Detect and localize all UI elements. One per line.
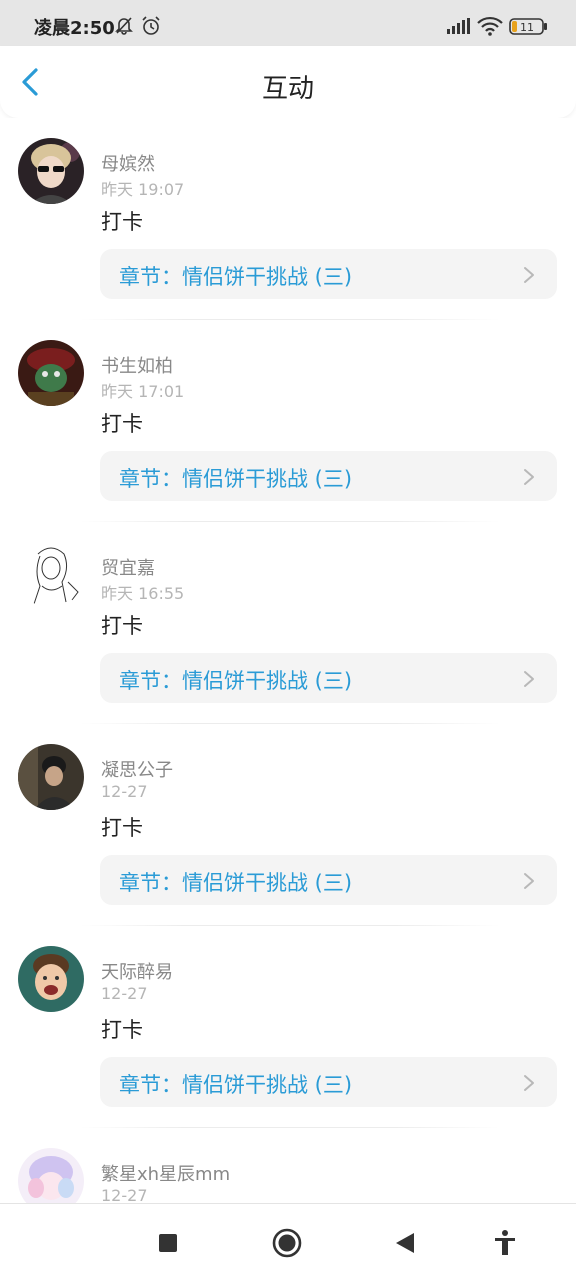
username: 母嫔然 bbox=[101, 154, 155, 175]
avatar[interactable] bbox=[18, 340, 84, 406]
list-item[interactable]: 母嫔然 昨天 19:07 打卡 章节：情侣饼干挑战 (三) bbox=[0, 118, 576, 320]
comment-text: 打卡 bbox=[101, 1018, 143, 1042]
back-nav-button[interactable] bbox=[388, 1226, 422, 1260]
username: 贸宜嘉 bbox=[101, 558, 155, 579]
home-circle-icon bbox=[272, 1228, 302, 1258]
accessibility-button[interactable] bbox=[488, 1226, 522, 1260]
chapter-label: 章节：情侣饼干挑战 (三) bbox=[119, 669, 353, 693]
avatar[interactable] bbox=[18, 946, 84, 1012]
timestamp: 昨天 17:01 bbox=[101, 382, 185, 401]
chapter-link[interactable]: 章节：情侣饼干挑战 (三) bbox=[100, 855, 557, 905]
chapter-label: 章节：情侣饼干挑战 (三) bbox=[119, 871, 353, 895]
timestamp: 12-27 bbox=[101, 984, 148, 1003]
comment-text: 打卡 bbox=[101, 412, 143, 436]
signal-icon bbox=[447, 18, 471, 38]
back-triangle-icon bbox=[396, 1233, 414, 1253]
accessibility-icon bbox=[495, 1230, 515, 1255]
list-item[interactable]: 贸宜嘉 昨天 16:55 打卡 章节：情侣饼干挑战 (三) bbox=[0, 522, 576, 724]
chapter-link[interactable]: 章节：情侣饼干挑战 (三) bbox=[100, 653, 557, 703]
comment-text: 打卡 bbox=[101, 210, 143, 234]
chapter-link[interactable]: 章节：情侣饼干挑战 (三) bbox=[100, 249, 557, 299]
timestamp: 12-27 bbox=[101, 782, 148, 801]
chapter-link[interactable]: 章节：情侣饼干挑战 (三) bbox=[100, 451, 557, 501]
wifi-icon bbox=[477, 16, 503, 40]
timestamp: 昨天 19:07 bbox=[101, 180, 185, 199]
recents-button[interactable] bbox=[151, 1226, 185, 1260]
username: 繁星xh星辰mm bbox=[101, 1164, 231, 1185]
interaction-list[interactable]: 母嫔然 昨天 19:07 打卡 章节：情侣饼干挑战 (三) 书生如柏 昨天 17… bbox=[0, 118, 576, 1203]
avatar[interactable] bbox=[18, 138, 84, 204]
alarm-icon bbox=[140, 15, 162, 41]
comment-text: 打卡 bbox=[101, 816, 143, 840]
chevron-right-icon bbox=[524, 671, 534, 687]
recents-square-icon bbox=[159, 1234, 177, 1252]
chevron-right-icon bbox=[524, 1075, 534, 1091]
battery-level: 11 bbox=[520, 21, 534, 34]
avatar[interactable] bbox=[18, 1148, 84, 1203]
chevron-right-icon bbox=[524, 873, 534, 889]
chapter-link[interactable]: 章节：情侣饼干挑战 (三) bbox=[100, 1057, 557, 1107]
list-item[interactable]: 天际醉易 12-27 打卡 章节：情侣饼干挑战 (三) bbox=[0, 926, 576, 1128]
timestamp: 12-27 bbox=[101, 1186, 148, 1203]
chapter-label: 章节：情侣饼干挑战 (三) bbox=[119, 467, 353, 491]
status-time: 凌晨2:50 bbox=[34, 18, 115, 39]
home-button[interactable] bbox=[270, 1226, 304, 1260]
list-item[interactable]: 书生如柏 昨天 17:01 打卡 章节：情侣饼干挑战 (三) bbox=[0, 320, 576, 522]
chapter-label: 章节：情侣饼干挑战 (三) bbox=[119, 1073, 353, 1097]
battery-icon: 11 bbox=[509, 17, 549, 41]
avatar[interactable] bbox=[18, 542, 84, 608]
avatar[interactable] bbox=[18, 744, 84, 810]
status-bar: 凌晨2:50 11 bbox=[0, 0, 576, 46]
comment-text: 打卡 bbox=[101, 614, 143, 638]
chevron-right-icon bbox=[524, 469, 534, 485]
header: 互动 bbox=[0, 46, 576, 118]
timestamp: 昨天 16:55 bbox=[101, 584, 185, 603]
bell-off-icon bbox=[114, 15, 134, 39]
chapter-label: 章节：情侣饼干挑战 (三) bbox=[119, 265, 353, 289]
list-item[interactable]: 繁星xh星辰mm 12-27 bbox=[0, 1128, 576, 1203]
list-item[interactable]: 凝思公子 12-27 打卡 章节：情侣饼干挑战 (三) bbox=[0, 724, 576, 926]
chevron-right-icon bbox=[524, 267, 534, 283]
username: 天际醉易 bbox=[101, 962, 173, 983]
page-title: 互动 bbox=[261, 74, 314, 104]
username: 书生如柏 bbox=[101, 356, 173, 377]
system-nav-bar bbox=[0, 1203, 576, 1281]
username: 凝思公子 bbox=[101, 760, 173, 781]
